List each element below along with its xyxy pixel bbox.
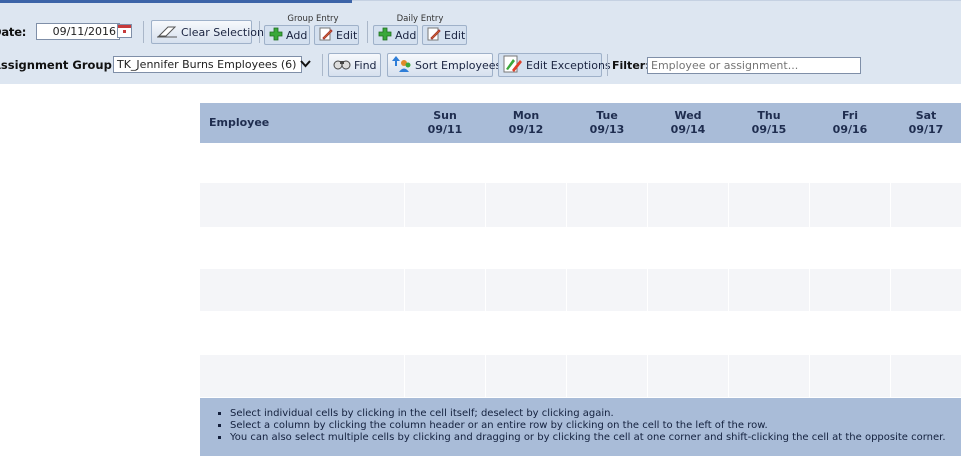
- employee-column-header[interactable]: Employee: [209, 103, 389, 143]
- column-divider: [809, 355, 810, 397]
- hints-list: Select individual cells by clicking in t…: [212, 408, 961, 444]
- hint-item: Select individual cells by clicking in t…: [230, 408, 961, 420]
- selection-hints-panel: Select individual cells by clicking in t…: [200, 398, 961, 456]
- top-divider: [352, 0, 961, 1]
- filter-label: Filter:: [612, 59, 650, 72]
- day-date: 09/11: [427, 123, 463, 136]
- group-edit-button[interactable]: Edit: [314, 25, 359, 45]
- day-date: 09/17: [908, 123, 944, 136]
- separator: [322, 54, 323, 76]
- table-row[interactable]: [200, 355, 961, 397]
- day-header-thu[interactable]: Thu 09/15: [729, 103, 809, 143]
- hint-item: Select a column by clicking the column h…: [230, 420, 961, 432]
- daily-add-label: Add: [395, 28, 417, 42]
- calendar-icon[interactable]: [117, 23, 132, 38]
- assignment-group-value: TK_Jennifer Burns Employees (6): [117, 58, 297, 71]
- column-divider: [809, 183, 810, 227]
- top-accent-bar: [0, 0, 352, 3]
- day-date: 09/15: [751, 123, 787, 136]
- clear-selection-label: Clear Selection: [181, 25, 264, 39]
- assignment-group-label: Assignment Group:: [0, 58, 117, 72]
- day-name: Mon: [512, 109, 540, 122]
- column-divider: [404, 183, 405, 227]
- separator: [259, 21, 260, 43]
- chevron-down-icon: [300, 56, 312, 73]
- date-label: Date:: [0, 25, 27, 39]
- day-date: 09/16: [832, 123, 868, 136]
- column-divider: [566, 269, 567, 311]
- daily-edit-button[interactable]: Edit: [422, 25, 467, 45]
- edit-exceptions-button[interactable]: Edit Exceptions: [498, 53, 611, 77]
- separator: [143, 21, 144, 43]
- column-divider: [890, 269, 891, 311]
- column-divider: [404, 355, 405, 397]
- daily-entry-caption: Daily Entry: [396, 14, 444, 24]
- column-divider: [485, 355, 486, 397]
- day-date: 09/13: [589, 123, 625, 136]
- sort-employees-button[interactable]: Sort Employees: [387, 53, 501, 77]
- eraser-icon: [156, 24, 178, 41]
- add-plus-icon: [269, 27, 283, 44]
- day-date: 09/12: [508, 123, 544, 136]
- day-date: 09/14: [670, 123, 706, 136]
- day-name: Tue: [596, 109, 618, 122]
- day-header-tue[interactable]: Tue 09/13: [567, 103, 647, 143]
- group-add-label: Add: [286, 28, 308, 42]
- filter-input[interactable]: [647, 57, 861, 74]
- column-divider: [809, 269, 810, 311]
- column-divider: [647, 183, 648, 227]
- find-button[interactable]: Find: [328, 53, 381, 77]
- column-divider: [566, 355, 567, 397]
- day-name: Fri: [841, 109, 858, 122]
- column-divider: [728, 183, 729, 227]
- column-divider: [404, 269, 405, 311]
- table-row[interactable]: [200, 183, 961, 227]
- group-entry-caption: Group Entry: [287, 14, 339, 24]
- edit-exceptions-label: Edit Exceptions: [526, 58, 611, 72]
- column-divider: [647, 355, 648, 397]
- hint-item: You can also select multiple cells by cl…: [230, 432, 961, 444]
- group-edit-label: Edit: [336, 28, 358, 42]
- edit-pencil-icon: [319, 27, 333, 44]
- separator: [607, 54, 608, 76]
- day-name: Sun: [433, 109, 457, 122]
- table-row[interactable]: [200, 269, 961, 311]
- column-divider: [890, 355, 891, 397]
- sort-people-icon: [392, 55, 412, 76]
- find-label: Find: [354, 58, 377, 72]
- day-header-mon[interactable]: Mon 09/12: [486, 103, 566, 143]
- column-divider: [890, 183, 891, 227]
- column-divider: [647, 269, 648, 311]
- edit-exceptions-icon: [503, 55, 523, 76]
- column-divider: [566, 183, 567, 227]
- column-divider: [728, 269, 729, 311]
- day-header-fri[interactable]: Fri 09/16: [810, 103, 890, 143]
- group-add-button[interactable]: Add: [264, 25, 310, 45]
- date-input[interactable]: 09/11/2016: [36, 23, 120, 40]
- day-header-sun[interactable]: Sun 09/11: [405, 103, 485, 143]
- day-name: Thu: [757, 109, 781, 122]
- separator: [367, 21, 368, 43]
- day-header-sat[interactable]: Sat 09/17: [891, 103, 961, 143]
- assignment-group-select[interactable]: TK_Jennifer Burns Employees (6): [113, 56, 312, 73]
- add-plus-icon: [378, 27, 392, 44]
- daily-add-button[interactable]: Add: [373, 25, 418, 45]
- daily-edit-label: Edit: [444, 28, 466, 42]
- column-divider: [485, 269, 486, 311]
- edit-pencil-icon: [427, 27, 441, 44]
- binoculars-icon: [333, 58, 351, 73]
- day-name: Wed: [674, 109, 702, 122]
- day-header-wed[interactable]: Wed 09/14: [648, 103, 728, 143]
- day-name: Sat: [915, 109, 937, 122]
- clear-selection-button[interactable]: Clear Selection: [151, 20, 264, 44]
- column-divider: [728, 355, 729, 397]
- sort-employees-label: Sort Employees: [415, 58, 502, 72]
- column-divider: [485, 183, 486, 227]
